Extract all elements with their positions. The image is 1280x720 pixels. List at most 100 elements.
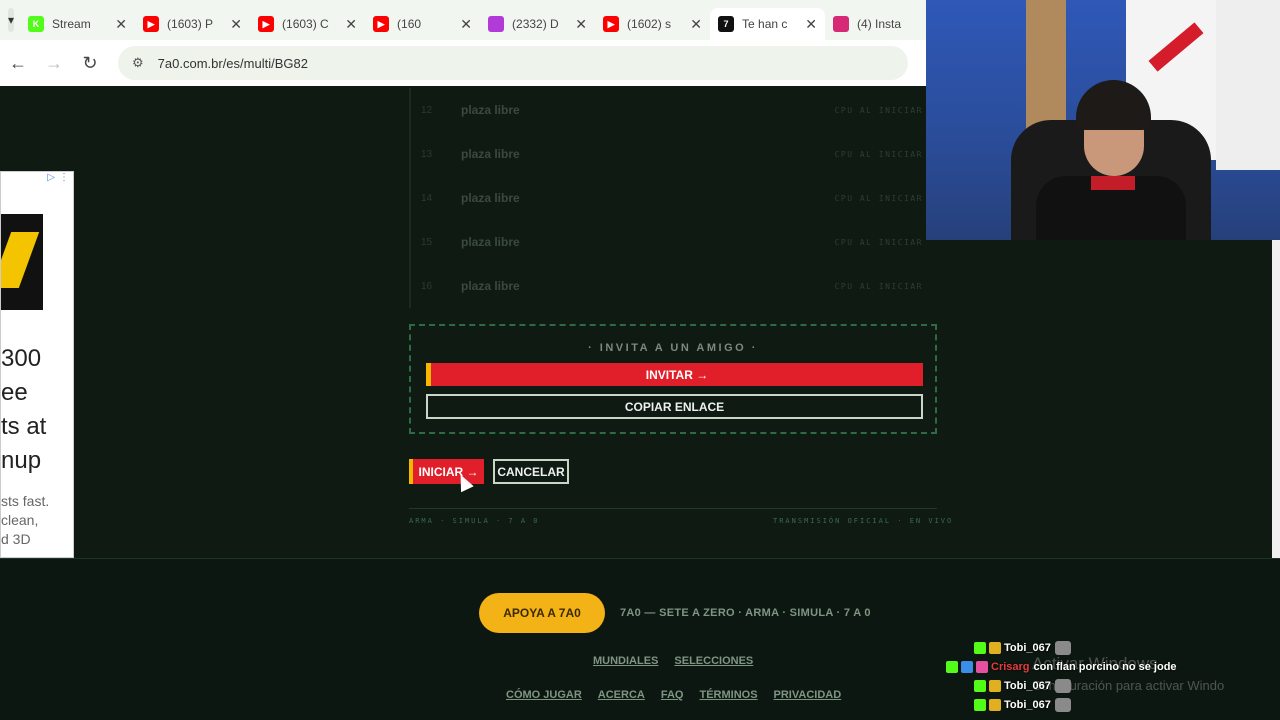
browser-tab[interactable]: 7 Te han c ✕ xyxy=(710,8,826,40)
ad-body: sts fast. clean, d 3D xyxy=(1,493,50,547)
close-icon[interactable]: ✕ xyxy=(575,16,587,33)
footer-right-text: TRANSMISIÓN OFICIAL · EN VIVO xyxy=(773,517,954,525)
cancel-button[interactable]: CANCELAR xyxy=(493,459,569,484)
chat-username: Tobi_067 xyxy=(1004,679,1051,692)
arrow-left-icon: ← xyxy=(9,52,27,73)
slot-row[interactable]: 13 plaza libre CPU AL INICIAR xyxy=(409,132,937,176)
site-settings-icon[interactable]: ⚙ xyxy=(132,55,144,71)
close-icon[interactable]: ✕ xyxy=(115,16,127,33)
slot-cpu-label: CPU AL INICIAR xyxy=(834,149,923,159)
browser-tab[interactable]: ▶ (1602) s ✕ xyxy=(595,8,710,40)
browser-tab[interactable]: (2332) D ✕ xyxy=(480,8,595,40)
emote-icon xyxy=(1054,697,1071,712)
kick-badge-icon xyxy=(974,679,986,692)
url-text: 7a0.com.br/es/multi/BG82 xyxy=(157,55,308,71)
link-acerca[interactable]: ACERCA xyxy=(598,689,645,701)
slot-number: 12 xyxy=(421,104,433,116)
slot-row[interactable]: 16 plaza libre CPU AL INICIAR xyxy=(409,264,937,308)
ad-headline: 300 ee ts at nup xyxy=(1,345,47,474)
chat-username: Crisarg xyxy=(991,660,1030,673)
tab-title: (1603) P xyxy=(167,17,214,31)
7a0-icon: 7 xyxy=(718,16,735,32)
footer-links-secondary: CÓMO JUGAR ACERCA FAQ TÉRMINOS PRIVACIDA… xyxy=(506,689,841,701)
kick-badge-icon xyxy=(974,641,986,654)
link-mundiales[interactable]: MUNDIALES xyxy=(593,655,658,667)
tab-title: (4) Insta xyxy=(857,17,902,31)
slot-cpu-label: CPU AL INICIAR xyxy=(834,105,923,115)
close-icon[interactable]: ✕ xyxy=(345,16,357,33)
slot-name: plaza libre xyxy=(461,235,520,249)
slot-cpu-label: CPU AL INICIAR xyxy=(834,193,923,203)
link-faq[interactable]: FAQ xyxy=(661,689,684,701)
kick-badge-icon xyxy=(946,660,958,673)
back-button[interactable]: ← xyxy=(0,53,36,74)
ad-controls: ▷ ⋮ xyxy=(1,172,73,188)
chat-message: Tobi_067 xyxy=(946,695,1280,714)
slot-row[interactable]: 14 plaza libre CPU AL INICIAR xyxy=(409,176,937,220)
ad-close-icon[interactable]: ⋮ xyxy=(59,172,69,188)
tab-title: (1603) C xyxy=(282,17,329,31)
adchoices-icon[interactable]: ▷ xyxy=(47,172,55,188)
url-input[interactable]: ⚙ 7a0.com.br/es/multi/BG82 xyxy=(118,46,908,80)
slot-number: 14 xyxy=(421,192,433,204)
instagram-icon xyxy=(833,16,850,32)
browser-tab[interactable]: ▶ (160 ✕ xyxy=(365,8,480,40)
slot-name: plaza libre xyxy=(461,103,520,117)
crown-badge-icon xyxy=(989,698,1001,711)
close-icon[interactable]: ✕ xyxy=(460,16,472,33)
link-como-jugar[interactable]: CÓMO JUGAR xyxy=(506,689,582,701)
footer-links-primary: MUNDIALES SELECCIONES xyxy=(593,655,753,667)
chat-username: Tobi_067 xyxy=(1004,641,1051,654)
forward-button[interactable]: → xyxy=(36,53,72,74)
2k-icon xyxy=(488,16,505,32)
slot-number: 15 xyxy=(421,236,433,248)
slot-cpu-label: CPU AL INICIAR xyxy=(834,237,923,247)
footer-left-text: ARMA · SIMULA · 7 A 0 xyxy=(409,517,540,525)
browser-tab[interactable]: K Stream ✕ xyxy=(20,8,135,40)
youtube-icon: ▶ xyxy=(373,16,390,32)
slot-number: 13 xyxy=(421,148,433,160)
kick-badge-icon xyxy=(974,698,986,711)
sub-badge-icon xyxy=(961,660,973,673)
tab-search-button[interactable]: ▾ xyxy=(8,8,15,32)
youtube-icon: ▶ xyxy=(143,16,160,32)
youtube-icon: ▶ xyxy=(603,16,620,32)
start-button[interactable]: INICIAR → xyxy=(409,459,484,484)
browser-tab[interactable]: ▶ (1603) C ✕ xyxy=(250,8,365,40)
slot-row[interactable]: 15 plaza libre CPU AL INICIAR xyxy=(409,220,937,264)
invite-title: · INVITA A UN AMIGO · xyxy=(588,342,758,354)
slot-number: 16 xyxy=(421,280,433,292)
crown-badge-icon xyxy=(989,641,1001,654)
tab-title: (2332) D xyxy=(512,17,559,31)
invite-panel: · INVITA A UN AMIGO · INVITAR → COPIAR E… xyxy=(409,324,937,434)
divider xyxy=(409,508,937,509)
webcam-overlay xyxy=(926,0,1280,240)
chat-text: con flan porcino no se jode xyxy=(1033,660,1177,673)
chat-overlay: Tobi_067 Crisarg con flan porcino no se jo… xyxy=(946,638,1280,714)
chat-message: Crisarg con flan porcino no se jode xyxy=(946,657,1280,676)
slot-row[interactable]: 12 plaza libre CPU AL INICIAR xyxy=(409,88,937,132)
link-selecciones[interactable]: SELECCIONES xyxy=(674,655,753,667)
close-icon[interactable]: ✕ xyxy=(690,16,702,33)
invite-button[interactable]: INVITAR → xyxy=(426,363,923,386)
browser-tabbar: ▾ K Stream ✕ ▶ (1603) P ✕ ▶ (1603) C ✕ ▶ (160 ✕ (233… xyxy=(0,0,926,40)
browser-tab[interactable]: ▶ (1603) P ✕ xyxy=(135,8,250,40)
slot-name: plaza libre xyxy=(461,191,520,205)
browser-tab[interactable]: (4) Insta xyxy=(825,8,940,40)
close-icon[interactable]: ✕ xyxy=(805,16,817,33)
copy-link-button[interactable]: COPIAR ENLACE xyxy=(426,394,923,419)
scrollbar[interactable] xyxy=(1272,240,1280,558)
crown-badge-icon xyxy=(989,679,1001,692)
streamer xyxy=(1036,80,1186,240)
advertisement[interactable]: ▷ ⋮ 300 ee ts at nup sts fast. clean, d … xyxy=(0,171,74,558)
close-icon[interactable]: ✕ xyxy=(230,16,242,33)
support-button[interactable]: APOYA A 7A0 xyxy=(479,593,605,633)
link-terminos[interactable]: TÉRMINOS xyxy=(699,689,757,701)
tab-title: (160 xyxy=(397,17,422,31)
player-slots: 12 plaza libre CPU AL INICIAR 13 plaza libre… xyxy=(409,88,937,308)
link-privacidad[interactable]: PRIVACIDAD xyxy=(774,689,842,701)
kick-icon: K xyxy=(28,16,45,32)
chat-message: Tobi_067 xyxy=(946,676,1280,695)
reload-button[interactable]: ↻ xyxy=(72,53,108,74)
gift-badge-icon xyxy=(976,660,988,673)
